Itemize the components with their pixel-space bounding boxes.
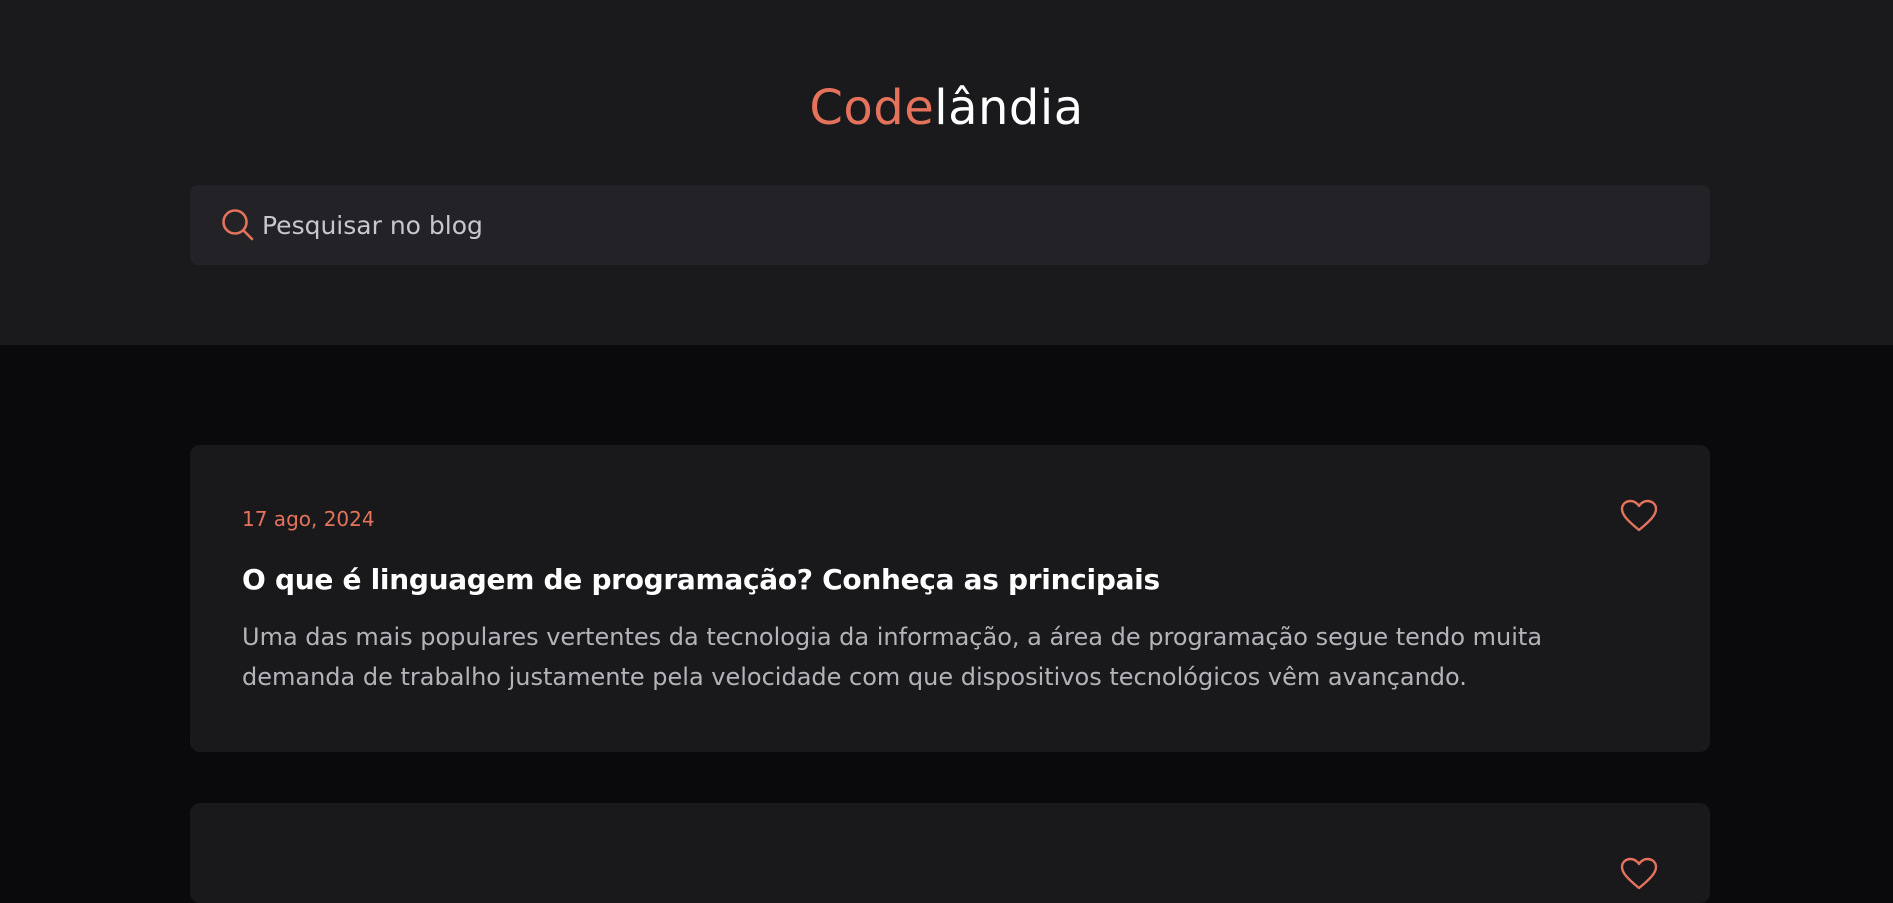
site-logo[interactable]: Codelândia: [0, 78, 1893, 138]
logo-rest-text: lândia: [934, 80, 1084, 136]
heart-icon[interactable]: [1620, 857, 1658, 891]
site-header: Codelândia: [0, 0, 1893, 345]
heart-icon[interactable]: [1620, 499, 1658, 533]
search-input[interactable]: [262, 185, 1682, 265]
post-card[interactable]: 17 ago, 2024 O que é linguagem de progra…: [190, 445, 1710, 752]
logo-accent-text: Code: [809, 80, 935, 136]
post-card[interactable]: [190, 803, 1710, 903]
post-excerpt: Uma das mais populares vertentes da tecn…: [242, 623, 1543, 691]
search-bar[interactable]: [190, 185, 1710, 265]
post-title[interactable]: O que é linguagem de programação? Conheç…: [242, 563, 1160, 596]
post-date: 17 ago, 2024: [242, 507, 375, 531]
search-icon: [222, 209, 254, 241]
